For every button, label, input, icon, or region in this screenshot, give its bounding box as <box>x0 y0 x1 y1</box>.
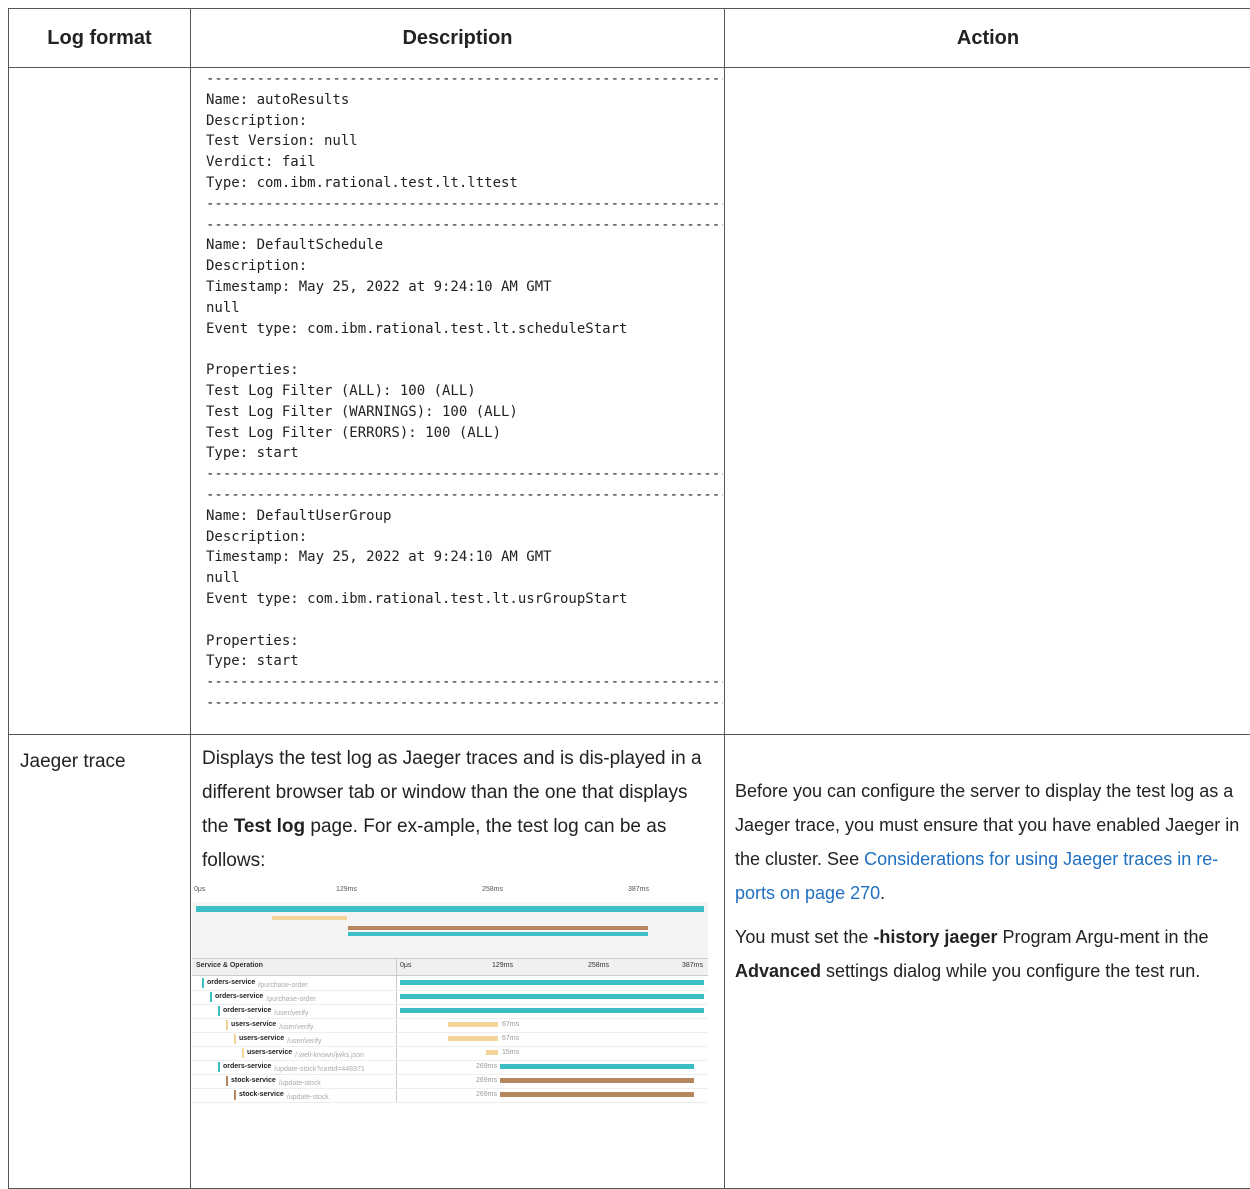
service-color-marker <box>202 978 204 988</box>
trace-row[interactable]: users-service /user/verify 67ms <box>192 1032 708 1047</box>
service-name: orders-service /purchase-order <box>207 979 255 986</box>
operation-name: /update-stock <box>279 1080 321 1087</box>
span-duration: 67ms <box>502 1021 519 1028</box>
span-bar[interactable] <box>400 994 704 999</box>
service-color-marker <box>226 1076 228 1086</box>
log-format-table: Log format Description Action ----------… <box>8 8 1250 1189</box>
operation-name: /purchase-order <box>258 982 307 989</box>
header-tick: 0μs <box>400 962 411 969</box>
span-bar[interactable] <box>448 1022 498 1027</box>
operation-name: /user/verify <box>274 1010 308 1017</box>
trace-row[interactable]: stock-service mongoose.stock-items.find2… <box>192 1102 708 1103</box>
header-tick: 129ms <box>492 962 513 969</box>
action-paragraph-1: Before you can configure the server to d… <box>735 774 1244 910</box>
span-bar[interactable] <box>486 1050 498 1055</box>
span-bar[interactable] <box>500 1064 694 1069</box>
header-action: Action <box>725 9 1250 68</box>
header-description: Description <box>191 9 725 68</box>
jaeger-description: Displays the test log as Jaeger traces a… <box>192 736 723 878</box>
trace-minimap <box>192 902 708 959</box>
trace-row[interactable]: orders-service /user/verify <box>192 1004 708 1019</box>
minimap-bar <box>348 932 648 936</box>
trace-row[interactable]: users-service /.well-known/jwks.json 15ms <box>192 1046 708 1061</box>
span-duration: 269ms <box>476 1063 497 1070</box>
span-bar[interactable] <box>448 1036 498 1041</box>
description-cell: ----------------------------------------… <box>191 68 725 735</box>
bold-advanced: Advanced <box>735 961 821 981</box>
description-cell: Displays the test log as Jaeger traces a… <box>191 735 725 1189</box>
span-duration: 269ms <box>476 1091 497 1098</box>
service-name: orders-service /purchase-order <box>215 993 263 1000</box>
span-duration: 15ms <box>502 1049 519 1056</box>
jaeger-action-text: Before you can configure the server to d… <box>726 736 1250 988</box>
header-tick: 258ms <box>588 962 609 969</box>
service-color-marker <box>218 1006 220 1016</box>
operation-name: /user/verify <box>287 1038 321 1045</box>
header-tick: 387ms <box>682 962 703 969</box>
trace-row[interactable]: stock-service /update-stock 269ms <box>192 1088 708 1103</box>
action-text: settings dialog while you configure the … <box>821 961 1200 981</box>
operation-name: /.well-known/jwks.json <box>295 1052 364 1059</box>
span-bar[interactable] <box>400 1008 704 1013</box>
span-bar[interactable] <box>500 1078 694 1083</box>
service-color-marker <box>226 1020 228 1030</box>
jaeger-format-label: Jaeger trace <box>10 736 189 773</box>
desc-bold-test-log: Test log <box>234 816 305 837</box>
service-color-marker <box>210 992 212 1002</box>
trace-row[interactable]: users-service /user/verify 67ms <box>192 1018 708 1033</box>
service-color-marker <box>242 1048 244 1058</box>
table-header-row: Log format Description Action <box>9 9 1250 68</box>
span-duration: 67ms <box>502 1035 519 1042</box>
timeline-ticks: 0μs 129ms 258ms 387ms <box>192 884 708 903</box>
action-text-end: . <box>880 883 885 903</box>
operation-name: /purchase-order <box>266 996 315 1003</box>
table-row: Jaeger trace Displays the test log as Ja… <box>9 735 1250 1189</box>
service-name: stock-service /update-stock <box>239 1091 284 1098</box>
operation-name: /update-stock?cartid=448971 <box>274 1066 364 1073</box>
table-row: ----------------------------------------… <box>9 68 1250 735</box>
log-code-block: ----------------------------------------… <box>192 69 723 714</box>
service-name: users-service /.well-known/jwks.json <box>247 1049 292 1056</box>
action-cell: Before you can configure the server to d… <box>725 735 1250 1189</box>
tick-label: 387ms <box>628 886 649 893</box>
tick-label: 0μs <box>194 886 205 893</box>
trace-row[interactable]: orders-service /purchase-order <box>192 976 708 991</box>
trace-table-header: Service & Operation 0μs 129ms 258ms 387m… <box>192 959 708 976</box>
log-format-cell: Jaeger trace <box>9 735 191 1189</box>
minimap-bar <box>272 916 347 920</box>
operation-name: /user/verify <box>279 1024 313 1031</box>
tick-label: 129ms <box>336 886 357 893</box>
header-log-format: Log format <box>9 9 191 68</box>
service-name: orders-service /update-stock?cartid=4489… <box>223 1063 271 1070</box>
service-name: users-service /user/verify <box>231 1021 276 1028</box>
action-text: Program Argu-ment in the <box>997 927 1208 947</box>
service-name: orders-service /user/verify <box>223 1007 271 1014</box>
action-cell-empty <box>725 68 1250 735</box>
service-color-marker <box>234 1034 236 1044</box>
log-format-cell-empty <box>9 68 191 735</box>
service-color-marker <box>234 1090 236 1100</box>
service-color-marker <box>218 1062 220 1072</box>
span-duration: 269ms <box>476 1077 497 1084</box>
tick-label: 258ms <box>482 886 503 893</box>
service-name: stock-service /update-stock <box>231 1077 276 1084</box>
span-bar[interactable] <box>500 1092 694 1097</box>
trace-row[interactable]: orders-service /purchase-order <box>192 990 708 1005</box>
service-name: users-service /user/verify <box>239 1035 284 1042</box>
minimap-bar <box>196 906 704 912</box>
jaeger-trace-screenshot: 0μs 129ms 258ms 387ms Service & Operatio… <box>192 884 708 1103</box>
operation-name: /update-stock <box>287 1094 329 1101</box>
trace-row[interactable]: orders-service /update-stock?cartid=4489… <box>192 1060 708 1075</box>
minimap-bar <box>348 926 648 930</box>
action-paragraph-2: You must set the -history jaeger Program… <box>735 920 1244 988</box>
trace-row[interactable]: stock-service /update-stock 269ms <box>192 1074 708 1089</box>
header-service-operation: Service & Operation <box>196 962 263 969</box>
bold-history-jaeger: -history jaeger <box>873 927 997 947</box>
span-bar[interactable] <box>400 980 704 985</box>
action-text: You must set the <box>735 927 873 947</box>
